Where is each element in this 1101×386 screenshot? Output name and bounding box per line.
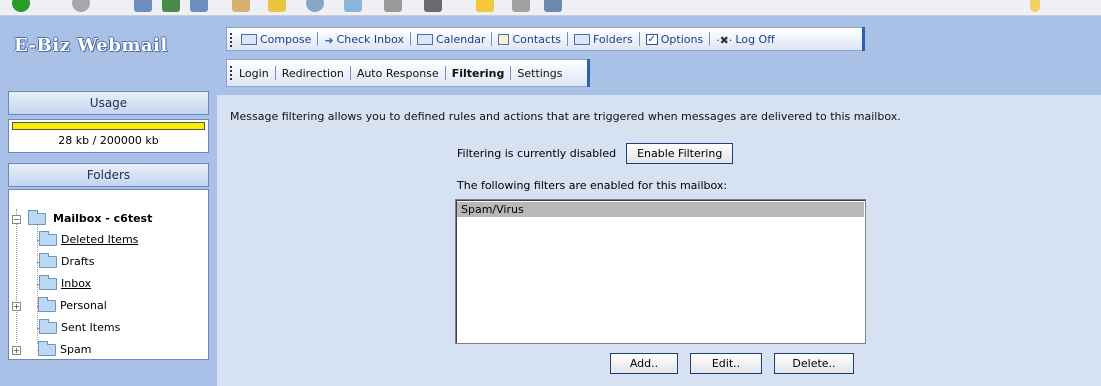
nav-check-inbox[interactable]: ➜ Check Inbox — [318, 27, 410, 51]
folder-icon[interactable] — [476, 0, 494, 12]
folder-icon — [39, 319, 57, 334]
folder-icon — [38, 341, 56, 356]
monitor-icon[interactable] — [424, 0, 442, 12]
drag-grip[interactable] — [230, 66, 232, 80]
nav-options[interactable]: ✓ Options — [640, 27, 709, 51]
filtering-status-row: Filtering is currently disabled Enable F… — [457, 143, 734, 164]
calendar-icon — [417, 33, 433, 45]
nav-calendar[interactable]: Calendar — [411, 27, 491, 51]
checkbox-icon: ✓ — [645, 33, 658, 45]
folder-item[interactable]: Sent Items — [39, 319, 121, 336]
folder-item-label: Spam — [60, 343, 92, 356]
folder-tree: − Mailbox - c6test Deleted Items Drafts In… — [8, 189, 209, 360]
nav-folders[interactable]: Folders — [568, 27, 639, 51]
folder-item[interactable]: Inbox — [39, 275, 92, 292]
stop-icon[interactable] — [72, 0, 90, 12]
image-icon[interactable] — [134, 0, 152, 12]
filtering-description: Message filtering allows you to defined … — [230, 110, 901, 123]
tab-auto-response[interactable]: Auto Response — [351, 67, 445, 80]
collapse-icon[interactable]: − — [12, 214, 21, 224]
usage-text: 28 kb / 200000 kb — [58, 134, 159, 147]
image-icon[interactable] — [162, 0, 180, 12]
image-icon[interactable] — [190, 0, 208, 12]
usage-heading: Usage — [8, 91, 209, 115]
drafts-folder-icon — [39, 253, 57, 268]
tab-login[interactable]: Login — [233, 67, 275, 80]
filters-caption: The following filters are enabled for th… — [457, 179, 728, 192]
delete-filter-button[interactable]: Delete.. — [774, 353, 854, 374]
expand-icon[interactable]: + — [12, 301, 21, 311]
folder-item[interactable]: Drafts — [39, 253, 95, 270]
edit-icon[interactable] — [344, 0, 362, 12]
filters-list[interactable]: Spam/Virus — [455, 199, 866, 344]
star-icon[interactable] — [268, 0, 286, 12]
settings-tabs: Login Redirection Auto Response Filterin… — [226, 59, 590, 87]
folders-heading: Folders — [8, 163, 209, 187]
tab-settings[interactable]: Settings — [511, 67, 568, 80]
pencil-icon[interactable] — [232, 0, 250, 12]
folder-icon — [38, 297, 56, 312]
folder-item[interactable]: + Personal — [12, 297, 107, 314]
usage-bar — [12, 122, 205, 130]
edit-filter-button[interactable]: Edit.. — [690, 353, 762, 374]
usage-panel: 28 kb / 200000 kb — [8, 119, 209, 153]
folder-icon — [574, 33, 590, 45]
folder-item-label: Inbox — [61, 277, 92, 290]
app-logo: E-Biz Webmail — [14, 35, 168, 56]
print-icon[interactable] — [384, 0, 402, 12]
sun-icon — [1030, 0, 1040, 12]
usage-bar-fill — [13, 123, 204, 129]
tools-icon[interactable] — [544, 0, 562, 12]
compose-icon — [241, 33, 257, 45]
refresh-icon[interactable] — [306, 0, 324, 12]
contacts-book-icon — [498, 33, 510, 45]
folder-item-label: Personal — [60, 299, 107, 312]
nav-log-off[interactable]: ·✖· Log Off — [710, 27, 781, 51]
folder-item-label: Sent Items — [61, 321, 121, 334]
folder-root-label: Mailbox - c6test — [53, 212, 153, 225]
filter-item[interactable]: Spam/Virus — [457, 202, 864, 217]
nav-compose[interactable]: Compose — [235, 27, 317, 51]
chart-icon[interactable] — [512, 0, 530, 12]
trash-folder-icon — [39, 231, 57, 246]
folder-item-label: Deleted Items — [61, 233, 139, 246]
folder-root[interactable]: − Mailbox - c6test — [12, 210, 153, 227]
expand-icon[interactable]: + — [12, 345, 21, 355]
arrow-right-icon: ➜ — [324, 33, 334, 47]
log-off-icon: ·✖· — [716, 33, 733, 47]
tab-redirection[interactable]: Redirection — [276, 67, 350, 80]
filtering-status: Filtering is currently disabled — [457, 147, 617, 160]
main-nav: Compose ➜ Check Inbox Calendar Contacts F… — [226, 27, 865, 51]
enable-filtering-button[interactable]: Enable Filtering — [626, 143, 734, 164]
back-icon[interactable] — [12, 0, 30, 12]
folder-icon — [39, 275, 57, 290]
nav-contacts[interactable]: Contacts — [492, 27, 567, 51]
drag-grip[interactable] — [230, 33, 232, 47]
add-filter-button[interactable]: Add.. — [610, 353, 678, 374]
folder-item[interactable]: Deleted Items — [39, 231, 139, 248]
filter-actions: Add.. Edit.. Delete.. — [610, 353, 854, 374]
os-toolbar-strip — [0, 0, 1101, 16]
folder-item[interactable]: + Spam — [12, 341, 92, 358]
tab-filtering[interactable]: Filtering — [446, 67, 511, 80]
folder-item-label: Drafts — [61, 255, 95, 268]
